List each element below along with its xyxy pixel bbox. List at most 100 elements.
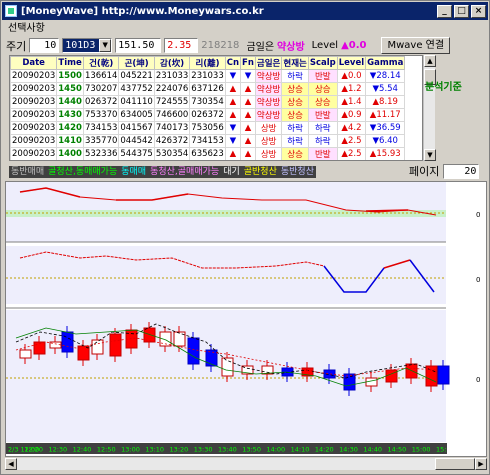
table-cell: 약상방 [254,82,283,96]
app-icon [5,5,17,17]
table-cell: 041567 [118,121,155,135]
table-body: 20090203 1500 136614 045221 231033 231033 ▼ ▼ 약상… [10,69,406,162]
table-cell: ▲ [224,95,242,109]
title-bar[interactable]: [MoneyWave] http://www.Moneywars.co.kr _… [2,2,488,20]
menu-options[interactable]: 선택사항 [8,23,45,34]
minimize-button[interactable]: _ [437,4,452,18]
maximize-button[interactable]: □ [454,4,469,18]
column-header[interactable]: Cn [224,56,242,70]
table-cell: ▲ [224,147,242,160]
table-cell: ▲1.4 [336,95,367,109]
table-cell: 20090203 [10,121,58,135]
table-cell: 20090203 [10,147,58,160]
scroll-left-icon[interactable]: ◀ [5,458,17,470]
table-row[interactable]: 20090203 1450 730207 437752 224076 637126 ▲ ▲ 약상… [10,82,406,96]
table-row[interactable]: 20090203 1410 335770 044542 426372 734153 ▼ ▲ 상방… [10,134,406,148]
chevron-down-icon[interactable]: ▼ [99,39,112,52]
table-cell: 반발 [308,161,337,162]
table-cell: 335770 [82,134,120,148]
table-cell: ▼ [224,121,242,135]
panel-3-zero: 0 [476,376,480,384]
table-row[interactable]: 20090203 1500 136614 045221 231033 231033 ▼ ▼ 약상… [10,69,406,83]
time-tick-label: 14:10 [291,446,310,454]
column-header[interactable]: Time [56,56,84,70]
column-header[interactable]: 현재는 [281,56,309,70]
table-cell: 1350 [57,161,84,162]
column-header[interactable]: 건(乾) [82,56,120,70]
column-header[interactable]: 리(離) [189,56,226,70]
chart-hscrollbar[interactable]: ◀ ▶ [5,458,487,470]
column-header[interactable]: Fn [240,56,256,70]
code-select[interactable]: 101D3 ▼ [62,38,113,53]
candle [437,365,450,385]
column-header[interactable]: 곤(坤) [118,56,155,70]
table-row[interactable]: 20090203 1430 753370 634005 746600 026372 ▲ ▲ 약상… [10,108,406,122]
table-cell: 026372 [189,108,226,122]
table-cell: 635456 [119,161,154,162]
scroll-track[interactable] [17,458,435,470]
table-cell: 반발 [307,69,338,83]
candle [221,357,234,377]
column-header[interactable]: Gamma [365,56,406,70]
table-cell: 730354 [189,95,226,109]
scroll-down-icon[interactable]: ▼ [424,149,436,161]
time-axis-svg: 2/3 12:0012:20 12:30 12:40 12:50 13:00 13:10 1… [8,446,455,454]
table-cell: 상방 [254,134,283,148]
table-cell: 734153 [189,134,226,148]
scroll-up-icon[interactable]: ▲ [424,55,436,67]
table-row[interactable]: 200902031350632171635456524555532336▼▲상방… [11,161,405,162]
page-control: 페이지 20 [409,163,480,179]
table-cell: ▲4.2 [336,121,367,135]
panel-1-zero: 0 [476,211,480,219]
candle [61,331,74,353]
period-input[interactable]: 10 [29,38,60,53]
column-header[interactable]: Level [336,56,367,70]
table-cell: 상승 [307,95,338,109]
table-cell: 하락 [281,69,309,83]
table-cell: 231033 [189,69,226,83]
time-axis: 2/3 12:00 12:20 12:30 12:40 12:50 13:00 13:10 1… [6,443,455,454]
period-label: 주기 [6,39,27,53]
table-cell: 상승 [281,147,309,160]
time-tick-label: 13:50 [242,446,261,454]
table-cell: ▼28.14 [365,69,406,83]
toolbar: 주기 10 101D3 ▼ 151.50 2.35 218218 금일은 약상방… [2,37,488,54]
chart-area[interactable]: 0 0 0 [5,181,487,457]
table-cell: 20090203 [10,82,58,96]
hscroll-thumb[interactable] [435,458,475,470]
table-cell: 634005 [118,108,155,122]
column-header[interactable]: Scalp [307,56,338,70]
table-cell: 724555 [153,95,191,109]
table-row[interactable]: 20090203 1440 026372 041110 724555 730354 ▲ ▲ 약상… [10,95,406,109]
table-cell: 약상방 [254,108,283,122]
volume-text: 218218 [201,40,240,51]
table-cell: 637126 [189,82,226,96]
today-label: 금일은 [246,42,275,53]
table-cell: ▲2.5 [336,147,367,160]
scroll-right-icon[interactable]: ▶ [475,458,487,470]
table-row[interactable]: 20090203 1420 734153 041567 740173 753056 ▼ ▲ 상방… [10,121,406,135]
window-title: [MoneyWave] http://www.Moneywars.co.kr [21,5,264,17]
connect-button[interactable]: Mwave 연결 [381,37,451,54]
time-tick-label: 14:30 [339,446,358,454]
close-button[interactable]: × [471,4,486,18]
price-field: 151.50 [115,38,162,53]
level-value: ▲0.0 [341,40,367,51]
table-scrollbar[interactable]: ▲ ▼ [423,55,436,161]
time-tick-label: 13:00 [121,446,140,454]
page-input[interactable]: 20 [443,163,480,179]
table-cell: ▼ [225,161,240,162]
table-cell: ▲ [241,161,256,162]
time-tick-label: 12:30 [48,446,67,454]
table-cell: 상승 [281,108,309,122]
table-cell: 상방 [255,161,281,162]
table-row[interactable]: 20090203 1400 532336 544375 530354 635623 ▲ ▲ 상방… [10,147,406,160]
column-header[interactable]: Date [10,56,58,70]
table-cell: ▲ [224,82,242,96]
legend-item: 대기 [221,166,242,178]
table-cell: ▼5.54 [365,82,406,96]
column-header[interactable]: 감(坎) [153,56,191,70]
legend-item: 동매매 [119,166,149,178]
table-cell: ▼ [240,69,256,83]
column-header[interactable]: 금일은 [254,56,283,70]
